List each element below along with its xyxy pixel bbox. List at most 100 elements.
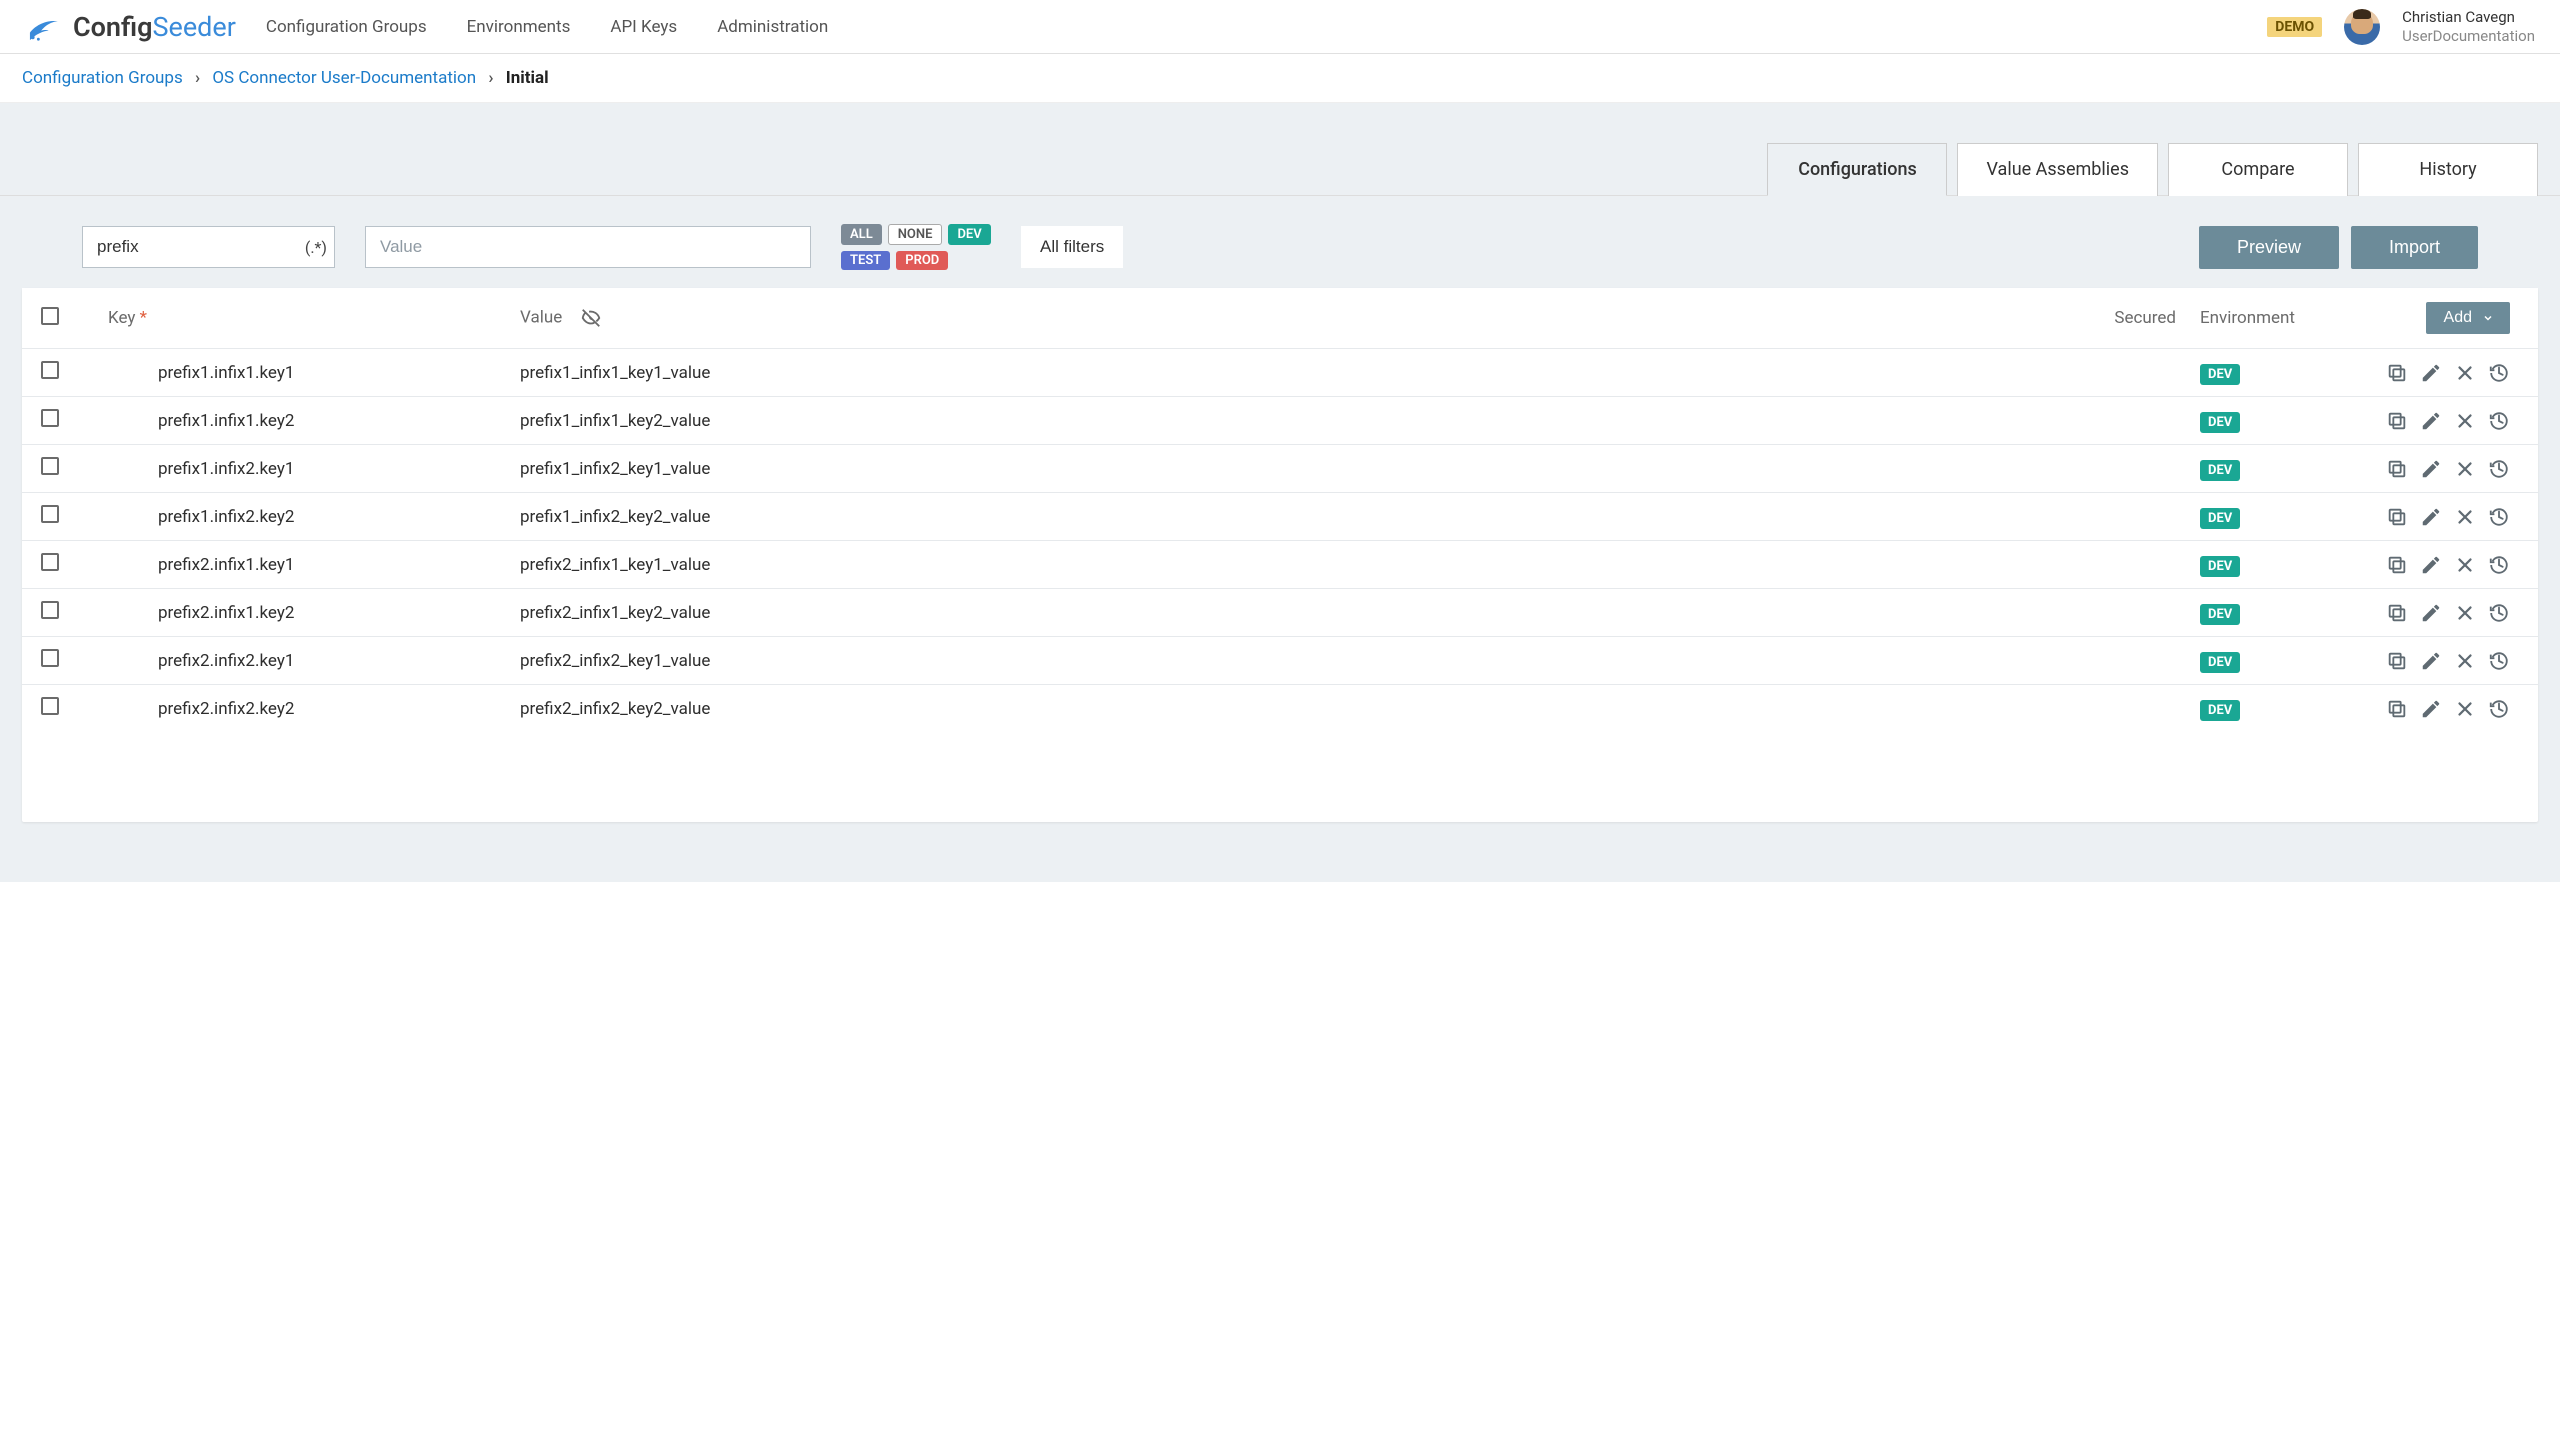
user-avatar[interactable]: [2344, 9, 2380, 45]
visibility-off-icon[interactable]: [580, 307, 602, 329]
nav-api-keys[interactable]: API Keys: [610, 17, 677, 37]
copy-icon[interactable]: [2386, 650, 2408, 672]
edit-icon[interactable]: [2420, 650, 2442, 672]
config-table: Key * Value Secured Environment Add: [22, 288, 2538, 732]
history-icon[interactable]: [2488, 362, 2510, 384]
cell-value: prefix2_infix2_key1_value: [508, 637, 2078, 685]
tab-compare[interactable]: Compare: [2168, 143, 2348, 196]
edit-icon[interactable]: [2420, 362, 2442, 384]
select-all-checkbox[interactable]: [41, 307, 59, 325]
env-badge: DEV: [2200, 556, 2240, 577]
chip-dev[interactable]: DEV: [948, 224, 990, 245]
close-icon[interactable]: [2454, 650, 2476, 672]
history-icon[interactable]: [2488, 698, 2510, 720]
close-icon[interactable]: [2454, 506, 2476, 528]
copy-icon[interactable]: [2386, 554, 2408, 576]
row-checkbox[interactable]: [41, 601, 59, 619]
close-icon[interactable]: [2454, 554, 2476, 576]
key-filter-input[interactable]: [82, 226, 335, 268]
env-chip-group: ALL NONE DEV TEST PROD: [841, 224, 991, 270]
row-checkbox[interactable]: [41, 409, 59, 427]
row-checkbox[interactable]: [41, 649, 59, 667]
table-row: prefix1.infix2.key1prefix1_infix2_key1_v…: [22, 445, 2538, 493]
tab-value-assemblies[interactable]: Value Assemblies: [1957, 143, 2158, 196]
breadcrumb-bar: Configuration Groups › OS Connector User…: [0, 54, 2560, 103]
value-filter-input[interactable]: [365, 226, 811, 268]
chip-test[interactable]: TEST: [841, 251, 890, 270]
history-icon[interactable]: [2488, 506, 2510, 528]
all-filters-button[interactable]: All filters: [1021, 226, 1123, 268]
copy-icon[interactable]: [2386, 458, 2408, 480]
row-checkbox[interactable]: [41, 553, 59, 571]
crumb-group[interactable]: OS Connector User-Documentation: [212, 68, 476, 88]
close-icon[interactable]: [2454, 362, 2476, 384]
preview-button[interactable]: Preview: [2199, 226, 2339, 269]
cell-secured: [2078, 541, 2188, 589]
add-button[interactable]: Add: [2426, 302, 2510, 334]
history-icon[interactable]: [2488, 554, 2510, 576]
nav-configuration-groups[interactable]: Configuration Groups: [266, 17, 427, 37]
user-block[interactable]: Christian Cavegn UserDocumentation: [2402, 8, 2535, 46]
regex-toggle[interactable]: (.*): [305, 238, 327, 257]
row-checkbox[interactable]: [41, 457, 59, 475]
crumb-configuration-groups[interactable]: Configuration Groups: [22, 68, 183, 88]
edit-icon[interactable]: [2420, 554, 2442, 576]
cell-key: prefix2.infix2.key1: [78, 637, 508, 685]
col-environment[interactable]: Environment: [2200, 308, 2295, 328]
main-area: (.*) ALL NONE DEV TEST PROD All filters …: [0, 196, 2560, 882]
copy-icon[interactable]: [2386, 602, 2408, 624]
history-icon[interactable]: [2488, 602, 2510, 624]
edit-icon[interactable]: [2420, 458, 2442, 480]
close-icon[interactable]: [2454, 602, 2476, 624]
brand-logo[interactable]: ConfigSeeder: [25, 11, 236, 43]
cell-secured: [2078, 685, 2188, 733]
app-header: ConfigSeeder Configuration Groups Enviro…: [0, 0, 2560, 54]
cell-value: prefix1_infix2_key1_value: [508, 445, 2078, 493]
cell-key: prefix2.infix2.key2: [78, 685, 508, 733]
copy-icon[interactable]: [2386, 506, 2408, 528]
close-icon[interactable]: [2454, 458, 2476, 480]
chevron-down-icon: [2482, 312, 2494, 324]
col-secured[interactable]: Secured: [2114, 308, 2176, 328]
tab-strip: Configurations Value Assemblies Compare …: [0, 103, 2560, 196]
table-row: prefix2.infix1.key2prefix2_infix1_key2_v…: [22, 589, 2538, 637]
demo-badge: DEMO: [2267, 17, 2322, 37]
edit-icon[interactable]: [2420, 506, 2442, 528]
cell-key: prefix2.infix1.key1: [78, 541, 508, 589]
import-button[interactable]: Import: [2351, 226, 2478, 269]
cell-value: prefix1_infix1_key2_value: [508, 397, 2078, 445]
cell-secured: [2078, 445, 2188, 493]
col-key[interactable]: Key: [108, 308, 135, 328]
cell-key: prefix1.infix1.key2: [78, 397, 508, 445]
nav-administration[interactable]: Administration: [717, 17, 828, 37]
edit-icon[interactable]: [2420, 410, 2442, 432]
chip-all[interactable]: ALL: [841, 224, 882, 245]
cell-value: prefix1_infix2_key2_value: [508, 493, 2078, 541]
row-checkbox[interactable]: [41, 697, 59, 715]
key-filter-wrap: (.*): [82, 226, 335, 268]
copy-icon[interactable]: [2386, 362, 2408, 384]
env-badge: DEV: [2200, 412, 2240, 433]
copy-icon[interactable]: [2386, 410, 2408, 432]
row-checkbox[interactable]: [41, 361, 59, 379]
row-checkbox[interactable]: [41, 505, 59, 523]
history-icon[interactable]: [2488, 458, 2510, 480]
edit-icon[interactable]: [2420, 602, 2442, 624]
close-icon[interactable]: [2454, 698, 2476, 720]
crumb-current: Initial: [506, 68, 549, 88]
nav-environments[interactable]: Environments: [467, 17, 571, 37]
edit-icon[interactable]: [2420, 698, 2442, 720]
chip-prod[interactable]: PROD: [896, 251, 948, 270]
cell-secured: [2078, 493, 2188, 541]
close-icon[interactable]: [2454, 410, 2476, 432]
col-value[interactable]: Value: [520, 307, 562, 327]
cell-secured: [2078, 637, 2188, 685]
history-icon[interactable]: [2488, 410, 2510, 432]
cell-value: prefix2_infix1_key1_value: [508, 541, 2078, 589]
history-icon[interactable]: [2488, 650, 2510, 672]
copy-icon[interactable]: [2386, 698, 2408, 720]
tab-configurations[interactable]: Configurations: [1767, 143, 1947, 196]
chevron-right-icon: ›: [488, 68, 493, 88]
tab-history[interactable]: History: [2358, 143, 2538, 196]
chip-none[interactable]: NONE: [888, 224, 943, 245]
